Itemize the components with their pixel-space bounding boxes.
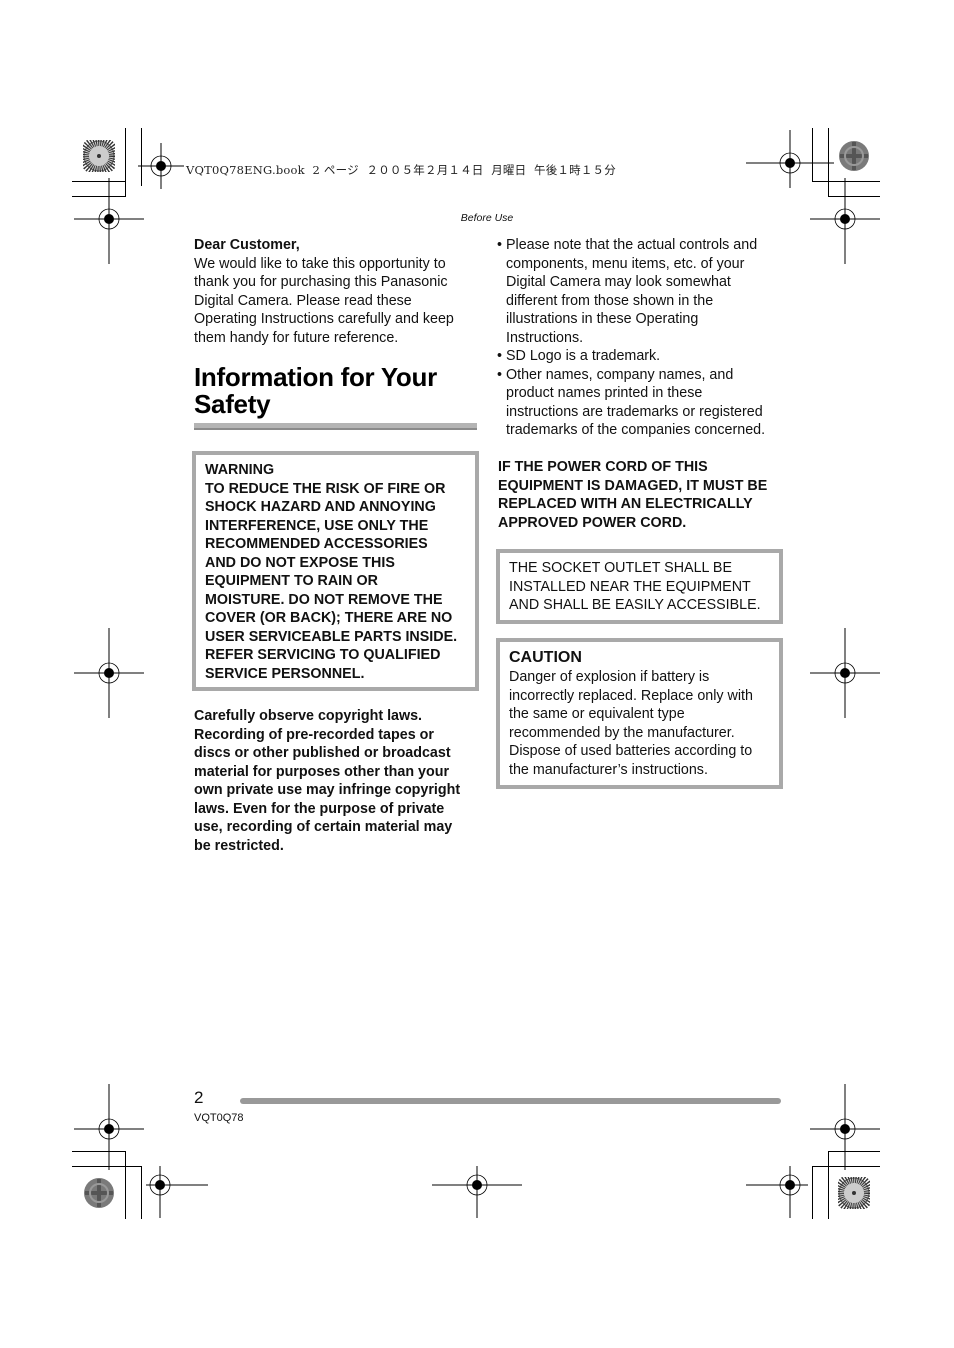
crop-line xyxy=(812,1166,813,1219)
registration-crosshair-icon xyxy=(432,1166,522,1218)
bullet-icon: • xyxy=(497,237,503,253)
registration-crosshair-icon xyxy=(746,1166,808,1218)
registration-crosshair-icon xyxy=(146,1166,208,1218)
list-item-line: product names printed in these xyxy=(506,385,703,401)
warning-line: EQUIPMENT TO RAIN OR xyxy=(205,573,378,589)
list-item: • Other names, company names, and produc… xyxy=(497,366,788,440)
list-item: • SD Logo is a trademark. xyxy=(497,347,788,366)
copyright-line: Carefully observe copyright laws. xyxy=(194,708,423,724)
copyright-line: Recording of pre-recorded tapes or xyxy=(194,726,434,743)
power-cord-line: APPROVED POWER CORD. xyxy=(498,514,687,531)
registration-crosshair-icon xyxy=(74,1084,144,1170)
copyright-line: own private use may infringe copyright xyxy=(194,782,461,798)
intro-line: Digital Camera. Please read these xyxy=(194,292,412,309)
caution-line: the manufacturer’s instructions. xyxy=(509,761,708,778)
list-item-line: illustrations in these Operating xyxy=(506,311,699,327)
bullet-icon: • xyxy=(497,348,503,364)
page-title-line: Safety xyxy=(194,388,271,419)
socket-line: INSTALLED NEAR THE EQUIPMENT xyxy=(509,578,751,595)
footer-rule xyxy=(240,1098,781,1104)
page-number: 2 xyxy=(194,1088,204,1107)
caution-line: recommended by the manufacturer. xyxy=(509,724,735,741)
power-cord-line: REPLACED WITH AN ELECTRICALLY xyxy=(498,496,753,512)
copyright-notice: Carefully observe copyright laws. Record… xyxy=(194,707,484,855)
power-cord-notice: IF THE POWER CORD OF THIS EQUIPMENT IS D… xyxy=(498,458,788,532)
warning-heading: WARNING xyxy=(205,462,275,478)
list-item-line: components, menu items, etc. of your xyxy=(506,255,745,272)
starburst-calibration-icon xyxy=(83,140,115,172)
warning-line: TO REDUCE THE RISK OF FIRE OR xyxy=(205,480,446,497)
warning-text: WARNING TO REDUCE THE RISK OF FIRE OR SH… xyxy=(205,461,475,683)
registration-crosshair-icon xyxy=(810,178,880,264)
model-code: VQT0Q78 xyxy=(194,1112,244,1124)
caution-line: incorrectly replaced. Replace only with xyxy=(509,687,753,704)
list-item-line: Please note that the actual controls and xyxy=(506,237,758,253)
list-item-line: SD Logo is a trademark. xyxy=(506,348,661,364)
print-file-info: VQT0Q78ENG.book 2 ページ ２００５年２月１４日 月曜日 午後１… xyxy=(186,163,616,177)
greeting: Dear Customer, xyxy=(194,237,300,253)
intro-line: Operating Instructions carefully and kee… xyxy=(194,311,454,327)
registration-crosshair-icon xyxy=(810,1084,880,1170)
copyright-line: material for purposes other than your xyxy=(194,763,450,780)
warning-line: USER SERVICEABLE PARTS INSIDE. xyxy=(205,628,458,645)
warning-line: REFER SERVICING TO QUALIFIED xyxy=(205,647,441,663)
list-item-line: Other names, company names, and xyxy=(506,366,734,383)
power-cord-line: EQUIPMENT IS DAMAGED, IT MUST BE xyxy=(498,477,768,494)
bullet-icon: • xyxy=(497,366,503,383)
registration-crosshair-icon xyxy=(74,178,144,264)
intro-line: thank you for purchasing this Panasonic xyxy=(194,274,448,290)
caution-box: CAUTION Danger of explosion if battery i… xyxy=(496,638,783,789)
list-item-line: different from those shown in the xyxy=(506,292,714,309)
list-item-line: Instructions. xyxy=(506,329,584,346)
registration-crosshair-icon xyxy=(138,143,184,189)
caution-line: the same or equivalent type xyxy=(509,706,685,722)
title-underline xyxy=(194,423,477,430)
notes-list: • Please note that the actual controls a… xyxy=(497,236,788,440)
page-title: Information for Your Safety xyxy=(194,364,484,417)
list-item-line: trademarks of the companies concerned. xyxy=(506,422,766,438)
socket-line: THE SOCKET OUTLET SHALL BE xyxy=(509,560,732,576)
warning-line: SERVICE PERSONNEL. xyxy=(205,665,365,682)
caution-line: Danger of explosion if battery is xyxy=(509,669,710,685)
power-cord-line: IF THE POWER CORD OF THIS xyxy=(498,459,708,475)
copyright-line: discs or other published or broadcast xyxy=(194,745,451,761)
section-label: Before Use xyxy=(460,212,514,224)
list-item: • Please note that the actual controls a… xyxy=(497,236,788,347)
socket-outlet-box: THE SOCKET OUTLET SHALL BE INSTALLED NEA… xyxy=(496,549,783,624)
warning-line: AND DO NOT EXPOSE THIS xyxy=(205,554,395,571)
starburst-calibration-icon xyxy=(838,1177,870,1209)
warning-line: RECOMMENDED ACCESSORIES xyxy=(205,536,428,552)
intro-line: them handy for future reference. xyxy=(194,329,399,346)
gray-calibration-disc-icon xyxy=(84,1178,114,1208)
gray-calibration-disc-icon xyxy=(839,141,869,171)
warning-line: MOISTURE. DO NOT REMOVE THE xyxy=(205,591,443,608)
warning-box: WARNING TO REDUCE THE RISK OF FIRE OR SH… xyxy=(192,451,479,691)
list-item-line: Digital Camera may look somewhat xyxy=(506,274,731,290)
copyright-line: use, recording of certain material may xyxy=(194,819,453,835)
copyright-line: laws. Even for the purpose of private xyxy=(194,800,445,817)
crop-line xyxy=(141,1166,142,1219)
socket-line: AND SHALL BE EASILY ACCESSIBLE. xyxy=(509,597,761,613)
registration-crosshair-icon xyxy=(74,628,144,718)
copyright-line: be restricted. xyxy=(194,837,284,854)
caution-line: Dispose of used batteries according to xyxy=(509,743,753,759)
warning-line: COVER (OR BACK); THERE ARE NO xyxy=(205,610,453,626)
registration-crosshair-icon xyxy=(810,628,880,718)
list-item-line: instructions are trademarks or registere… xyxy=(506,403,763,420)
caution-heading: CAUTION xyxy=(509,649,582,666)
intro-line: We would like to take this opportunity t… xyxy=(194,255,446,272)
warning-line: SHOCK HAZARD AND ANNOYING xyxy=(205,499,436,515)
page-title-line: Information for Your xyxy=(194,362,437,392)
intro-section: Dear Customer, We would like to take thi… xyxy=(194,236,484,347)
warning-line: INTERFERENCE, USE ONLY THE xyxy=(205,517,429,534)
